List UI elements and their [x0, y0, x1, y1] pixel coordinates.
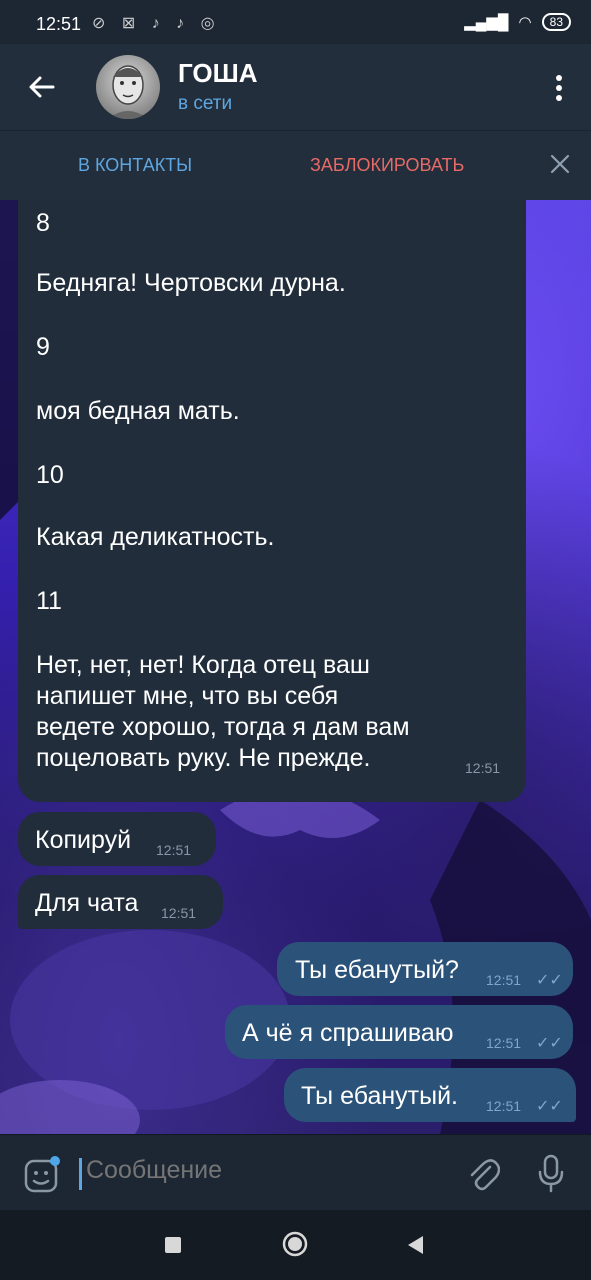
message-time: 12:51 — [465, 760, 501, 776]
message-line: 8 — [36, 209, 50, 237]
online-status: в сети — [178, 93, 233, 114]
block-button[interactable]: ЗАБЛОКИРОВАТЬ — [310, 155, 464, 176]
status-right: ▂▄▆█ ◠ 83 — [464, 13, 571, 31]
message-line: Нет, нет, нет! Когда отец ваш — [36, 651, 370, 679]
outgoing-message[interactable]: Ты ебанутый? 12:51 ✓✓ — [277, 942, 573, 996]
message-line: напишет мне, что вы себя — [36, 682, 339, 710]
recents-button[interactable] — [165, 1237, 181, 1253]
avatar[interactable] — [96, 55, 160, 119]
sticker-icon[interactable] — [22, 1155, 62, 1195]
message-time: 12:51 — [156, 842, 192, 858]
read-checkmarks-icon: ✓✓ — [536, 1098, 563, 1115]
long-incoming-message[interactable]: 8 Бедняга! Чертовски дурна. 9 моя бедная… — [18, 200, 526, 802]
incoming-message[interactable]: Копируй 12:51 — [18, 812, 216, 866]
message-text: Для чата — [35, 889, 139, 917]
read-checkmarks-icon: ✓✓ — [536, 972, 563, 989]
avatar-face-icon — [108, 65, 148, 119]
microphone-icon[interactable] — [536, 1153, 566, 1193]
message-line: моя бедная мать. — [36, 397, 240, 425]
message-text: Ты ебанутый. — [301, 1082, 458, 1110]
wifi-icon: ◠ — [518, 14, 532, 31]
more-menu-icon[interactable] — [555, 74, 563, 102]
battery-icon: 83 — [541, 13, 571, 31]
add-to-contacts-button[interactable]: В КОНТАКТЫ — [78, 155, 192, 176]
message-line: поцеловать руку. Не прежде. — [36, 744, 371, 772]
message-line: 11 — [36, 587, 62, 615]
incoming-message[interactable]: Для чата 12:51 — [18, 875, 223, 929]
system-nav-bar — [0, 1210, 591, 1280]
signal-icon: ▂▄▆█ — [464, 14, 509, 31]
home-button[interactable] — [282, 1231, 308, 1257]
message-text: А чё я спрашиваю — [242, 1019, 454, 1047]
outgoing-message[interactable]: Ты ебанутый. 12:51 ✓✓ — [284, 1068, 576, 1122]
close-icon[interactable] — [549, 153, 571, 175]
attach-icon[interactable] — [466, 1155, 500, 1193]
chat-area[interactable]: 8 Бедняга! Чертовски дурна. 9 моя бедная… — [0, 200, 591, 1134]
status-time: 12:51 — [36, 14, 82, 34]
message-time: 12:51 — [161, 905, 197, 921]
message-line: ведете хорошо, тогда я дам вам — [36, 713, 410, 741]
message-composer — [0, 1134, 591, 1211]
app-bar: ГОША в сети — [0, 44, 591, 130]
outgoing-message[interactable]: А чё я спрашиваю 12:51 ✓✓ — [225, 1005, 573, 1059]
message-text: Ты ебанутый? — [295, 956, 459, 984]
message-text: Копируй — [35, 826, 132, 854]
message-line: Какая деликатность. — [36, 523, 275, 551]
status-bar: 12:51 ⊘ ⊠ ♪ ♪ ◎ ▂▄▆█ ◠ 83 — [0, 0, 591, 44]
message-line: Бедняга! Чертовски дурна. — [36, 269, 346, 297]
message-time: 12:51 — [486, 1098, 522, 1114]
message-input[interactable] — [84, 1155, 388, 1186]
notification-icons: ⊘ ⊠ ♪ ♪ ◎ — [92, 15, 221, 32]
back-arrow-icon[interactable] — [26, 71, 58, 103]
message-time: 12:51 — [486, 1035, 522, 1051]
contact-action-bar: В КОНТАКТЫ ЗАБЛОКИРОВАТЬ — [0, 130, 591, 201]
message-time: 12:51 — [486, 972, 522, 988]
message-line: 10 — [36, 461, 64, 489]
message-line: 9 — [36, 333, 50, 361]
back-nav-icon[interactable] — [405, 1234, 425, 1256]
text-cursor — [79, 1158, 82, 1190]
read-checkmarks-icon: ✓✓ — [536, 1035, 563, 1052]
chat-title[interactable]: ГОША — [178, 58, 258, 89]
